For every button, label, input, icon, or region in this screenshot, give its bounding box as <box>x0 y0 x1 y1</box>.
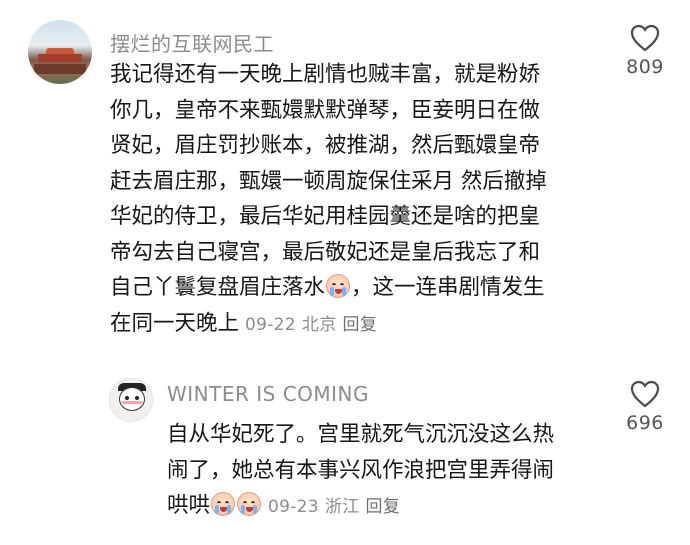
comment-line: 帝勾去自己寝宫，最后敬妃还是皇后我忘了和 <box>110 239 541 265</box>
comment-line: 在同一天晚上 09-22 北京 回复 <box>110 306 547 344</box>
reply-line: 哄哄 09-23 浙江 回复 <box>167 488 554 526</box>
like-button[interactable]: 809 <box>615 24 675 78</box>
reply-date: 09-23 <box>268 497 319 517</box>
comment-line: 你几，皇帝不来甄嬛默默弹琴，臣妾明日在做 <box>110 97 541 123</box>
like-count: 696 <box>626 412 664 434</box>
avatar[interactable] <box>109 378 153 422</box>
comment-line: 贤妃，眉庄罚抄账本，被推湖，然后甄嬛皇帝 <box>110 133 541 158</box>
reply-username[interactable]: WINTER IS COMING <box>167 382 369 406</box>
comment-date: 09-22 <box>245 314 296 335</box>
crying-face-emoji-icon <box>237 492 262 516</box>
like-button[interactable]: 696 <box>615 380 675 434</box>
reply-button[interactable]: 回复 <box>366 497 401 517</box>
comment-line: 自己丫鬟复盘眉庄落水 ，这一连串剧情发生 <box>110 270 547 306</box>
comment-meta: 09-22 北京 回复 <box>245 315 383 335</box>
comment-line: 赶去眉庄那，甄嬛一顿周旋保住采月 然后撤掉 <box>110 168 547 194</box>
like-count: 809 <box>626 56 664 78</box>
heart-icon <box>630 380 660 408</box>
reply-text: 自从华妃死了。宫里就死气沉沉没这么热 闹了，她总有本事兴风作浪把宫里弄得闹 哄哄… <box>167 417 554 526</box>
reply-meta: 09-23 浙江 回复 <box>268 497 406 517</box>
crying-face-emoji-icon <box>326 274 351 298</box>
comment-line-part: 在同一天晚上 <box>110 310 240 336</box>
reply-button[interactable]: 回复 <box>343 315 378 335</box>
reply-line: 自从华妃死了。宫里就死气沉沉没这么热 <box>167 422 555 447</box>
reply-line: 闹了，她总有本事兴风作浪把宫里弄得闹 <box>167 457 555 483</box>
crying-face-emoji-icon <box>211 492 236 516</box>
heart-icon <box>630 24 660 52</box>
comment-line-part: 自己丫鬟复盘眉庄落水 <box>110 275 326 300</box>
comment-line: 华妃的侍卫，最后华妃用桂园羹还是啥的把皇 <box>110 204 541 229</box>
comment-location: 北京 <box>301 314 337 335</box>
comment-line: 我记得还有一天晚上剧情也贼丰富，就是粉娇 <box>110 62 541 87</box>
reply-location: 浙江 <box>324 497 360 517</box>
comment-text: 我记得还有一天晚上剧情也贼丰富，就是粉娇 你几，皇帝不来甄嬛默默弹琴，臣妾明日在… <box>110 57 547 343</box>
avatar[interactable] <box>28 20 92 84</box>
comment-username[interactable]: 摆烂的互联网民工 <box>110 28 274 57</box>
comment-line-part: ，这一连串剧情发生 <box>351 275 545 300</box>
reply-line-part: 哄哄 <box>167 493 211 518</box>
